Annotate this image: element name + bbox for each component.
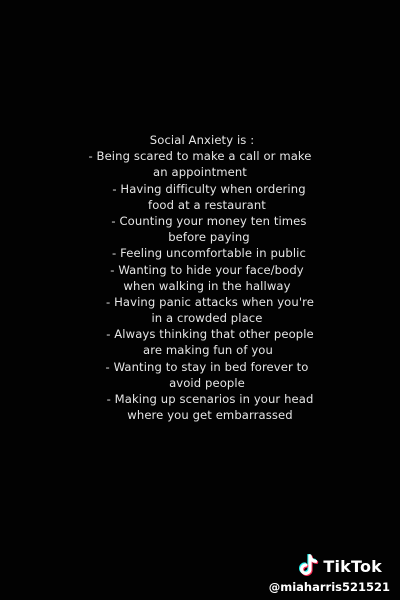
list-item-line: - Wanting to stay in bed forever to	[105, 359, 309, 374]
list-item-line: - Having difficulty when ordering	[112, 181, 306, 196]
tiktok-logo-icon	[297, 553, 319, 578]
list-item-line: where you get embarrassed	[127, 408, 293, 423]
creator-handle: @miaharris521521	[268, 580, 390, 594]
tiktok-brand-label: TikTok	[323, 556, 382, 576]
video-frame: Social Anxiety is : - Being scared to ma…	[0, 0, 400, 600]
list-item-line: avoid people	[169, 375, 245, 390]
list-item-line: are making fun of you	[143, 343, 273, 358]
list-item-line: - Being scared to make a call or make	[88, 149, 312, 164]
list-title: Social Anxiety is :	[149, 133, 255, 147]
anxiety-list-text: Social Anxiety is : - Being scared to ma…	[0, 132, 400, 423]
tiktok-logo: TikTok	[297, 553, 382, 578]
list-item-line: - Wanting to hide your face/body	[110, 262, 304, 277]
list-item-line: in a crowded place	[151, 311, 263, 326]
list-item-line: an appointment	[153, 165, 247, 180]
list-item-line: - Feeling uncomfortable in public	[112, 246, 306, 261]
list-item-line: before paying	[168, 230, 250, 245]
list-item-line: when walking in the hallway	[123, 278, 291, 293]
list-item-line: food at a restaurant	[148, 197, 266, 212]
list-item-line: - Counting your money ten times	[111, 213, 307, 228]
list-item-line: - Having panic attacks when you're	[106, 294, 314, 309]
list-item-line: - Making up scenarios in your head	[106, 392, 314, 406]
list-item-line: - Always thinking that other people	[106, 327, 314, 342]
